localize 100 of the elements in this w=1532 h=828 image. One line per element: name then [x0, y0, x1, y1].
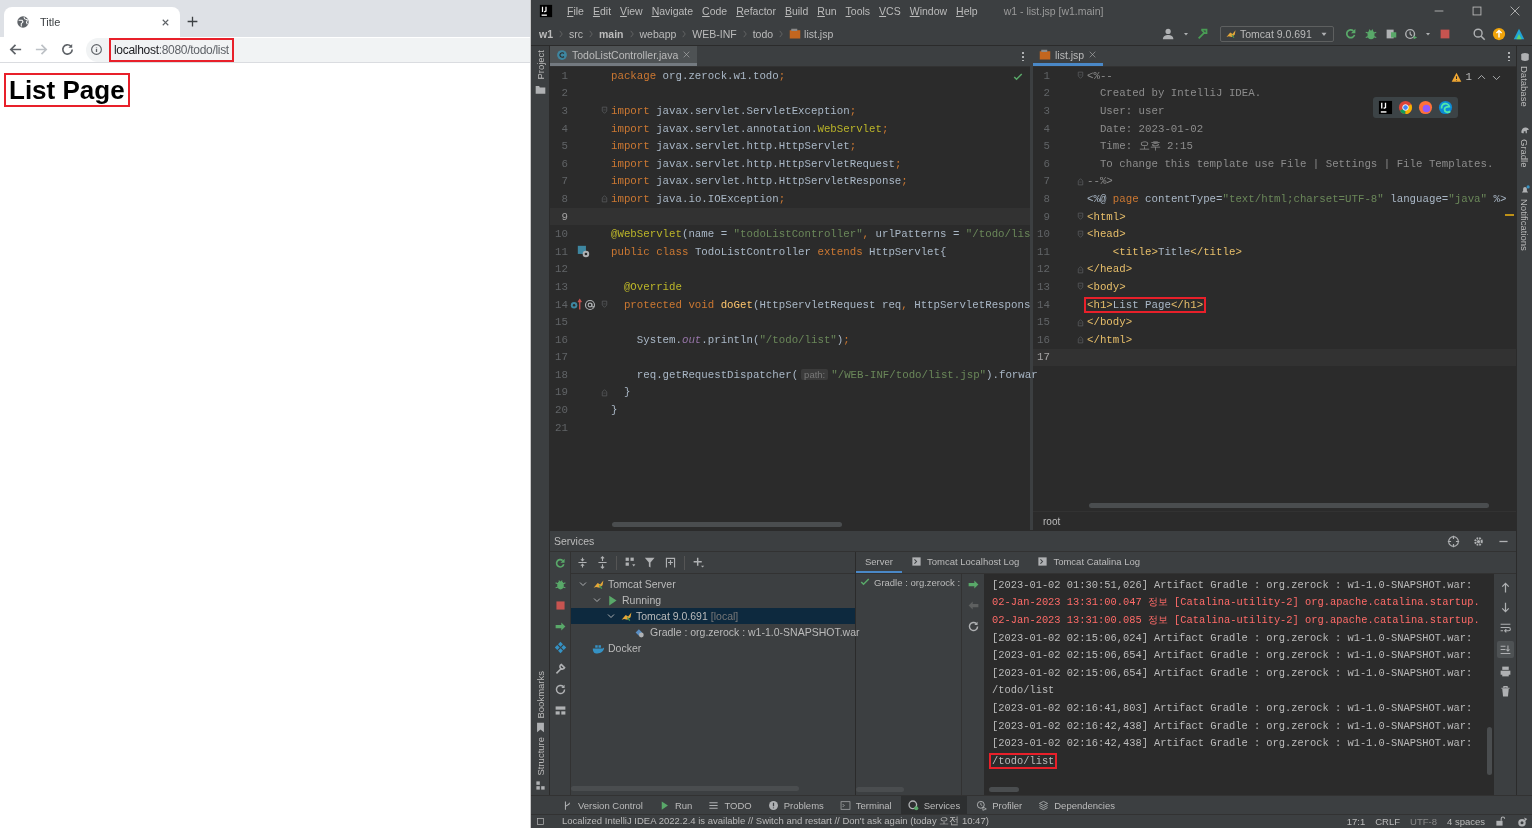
breadcrumb-item[interactable]: WEB-INF: [692, 27, 737, 40]
tool-window-tab[interactable]: Project: [534, 50, 546, 80]
maximize-icon[interactable]: [1470, 4, 1484, 18]
servlet-icon[interactable]: [576, 245, 590, 259]
tool-window-tab[interactable]: Structure: [534, 737, 546, 776]
collapse-all-icon[interactable]: [596, 556, 609, 569]
address-bar[interactable]: localhost:8080/todo/list: [86, 37, 530, 62]
bell-icon[interactable]: [1519, 185, 1530, 196]
app-logo-icon[interactable]: [1378, 100, 1393, 115]
reload-icon[interactable]: [60, 42, 75, 57]
structure-icon[interactable]: [534, 780, 546, 791]
menu-item[interactable]: Tools: [845, 5, 871, 17]
tool-window-tab[interactable]: Dependencies: [1031, 796, 1122, 814]
editor-tab[interactable]: list.jsp: [1033, 46, 1104, 66]
add-icon[interactable]: [692, 556, 705, 569]
scrollbar[interactable]: [571, 786, 799, 791]
run-configuration-dropdown[interactable]: Tomcat 9.0.691: [1220, 25, 1334, 42]
menu-item[interactable]: Window: [909, 5, 948, 17]
menu-item[interactable]: Run: [817, 5, 837, 17]
scrollbar[interactable]: [856, 787, 904, 792]
browser-icon[interactable]: [1398, 100, 1413, 115]
warning-count[interactable]: 1: [1465, 71, 1472, 83]
tree-item[interactable]: Gradle : org.zerock : w1-1.0-SNAPSHOT.war: [571, 624, 860, 640]
tool-window-tab[interactable]: Terminal: [832, 796, 899, 814]
breadcrumb-item[interactable]: w1: [539, 27, 553, 40]
browser-icon[interactable]: [1418, 100, 1433, 115]
tool-window-tab[interactable]: Notifications: [1519, 199, 1530, 251]
update-icon[interactable]: [1492, 26, 1506, 41]
editor-tab[interactable]: TodoListController.java: [550, 46, 698, 66]
tool-window-tab[interactable]: Run: [651, 796, 700, 814]
indent-setting[interactable]: 4 spaces: [1446, 816, 1485, 827]
breadcrumb-item[interactable]: root: [1043, 515, 1061, 527]
database-icon[interactable]: [1519, 52, 1530, 62]
close-icon[interactable]: [1508, 4, 1522, 18]
menu-item[interactable]: VCS: [879, 5, 901, 17]
menu-item[interactable]: View: [620, 5, 643, 17]
scrollbar[interactable]: [612, 522, 842, 527]
breadcrumb-item[interactable]: main: [599, 27, 624, 40]
at-sign-icon[interactable]: [584, 298, 596, 311]
scrollbar[interactable]: [1487, 727, 1492, 775]
caret-position[interactable]: 17:1: [1346, 816, 1366, 827]
menu-item[interactable]: Navigate: [651, 5, 694, 17]
square-icon[interactable]: [535, 816, 546, 827]
search-icon[interactable]: [1472, 26, 1486, 41]
tool-window-tab[interactable]: Version Control: [555, 796, 650, 814]
close-icon[interactable]: [1088, 50, 1098, 59]
layout-icon[interactable]: [553, 704, 567, 717]
tree-item[interactable]: Docker: [571, 640, 855, 656]
deployment-item[interactable]: Gradle : org.zerock :: [859, 576, 961, 588]
trash-icon[interactable]: [1498, 685, 1512, 698]
menu-item[interactable]: Code: [702, 5, 728, 17]
status-message[interactable]: Localized IntelliJ IDEA 2022.2.4 is available // Switch and restart // Don't ask again (today 오전 10:47): [562, 815, 1337, 828]
panel-tab[interactable]: Tomcat Catalina Log: [1028, 552, 1149, 573]
tool-window-tab[interactable]: Database: [1519, 66, 1530, 107]
tool-window-tab[interactable]: Bookmarks: [534, 670, 546, 719]
wrench-icon[interactable]: [553, 662, 567, 675]
refresh-icon[interactable]: [553, 683, 567, 696]
new-tab-icon[interactable]: [664, 556, 677, 569]
rerun-icon[interactable]: [1344, 26, 1358, 41]
settings-icon[interactable]: [1472, 534, 1485, 548]
deploy-icon[interactable]: [553, 620, 567, 633]
tool-window-tab[interactable]: Services: [900, 796, 968, 814]
hammer-icon[interactable]: [1196, 26, 1210, 41]
info-icon[interactable]: [90, 43, 103, 56]
browser-tab[interactable]: Title: [4, 7, 180, 37]
line-separator[interactable]: CRLF: [1375, 816, 1401, 827]
stop-icon[interactable]: [553, 599, 567, 612]
user-icon[interactable]: [1162, 26, 1176, 41]
folder-icon[interactable]: [534, 83, 546, 95]
override-icon[interactable]: [570, 298, 583, 311]
filter-icon[interactable]: [644, 556, 657, 569]
deploy-icon[interactable]: [966, 578, 980, 591]
back-icon[interactable]: [8, 42, 23, 57]
menu-item[interactable]: File: [567, 5, 584, 17]
new-tab-icon[interactable]: [186, 15, 199, 28]
inspector-icon[interactable]: [1516, 815, 1528, 828]
debug-icon[interactable]: [553, 578, 567, 591]
menu-item[interactable]: Help: [956, 5, 978, 17]
scrollbar[interactable]: [989, 787, 1019, 792]
refresh-icon[interactable]: [966, 620, 980, 633]
tree-item[interactable]: Running: [571, 592, 855, 608]
tree-item[interactable]: Tomcat 9.0.691 [local]: [571, 608, 855, 624]
cluster-icon[interactable]: [553, 641, 567, 654]
print-icon[interactable]: [1498, 665, 1512, 678]
menu-item[interactable]: Build: [784, 5, 809, 17]
profile-icon[interactable]: [1404, 26, 1418, 41]
breadcrumb-item[interactable]: src: [569, 27, 583, 40]
expand-all-icon[interactable]: [576, 556, 589, 569]
debug-icon[interactable]: [1364, 26, 1378, 41]
breadcrumb-item[interactable]: webapp: [639, 27, 677, 40]
breadcrumb-item[interactable]: todo: [752, 27, 774, 40]
tree-item[interactable]: Tomcat Server: [571, 576, 855, 592]
tool-window-tab[interactable]: Profiler: [969, 796, 1030, 814]
rerun-icon[interactable]: [553, 557, 567, 570]
menu-item[interactable]: Edit: [592, 5, 612, 17]
target-icon[interactable]: [1447, 534, 1460, 548]
soft-wrap-icon[interactable]: [1498, 621, 1512, 634]
tool-window-tab[interactable]: TODO: [701, 796, 759, 814]
scrollbar[interactable]: [1089, 503, 1489, 508]
lock-icon[interactable]: [1495, 816, 1506, 827]
